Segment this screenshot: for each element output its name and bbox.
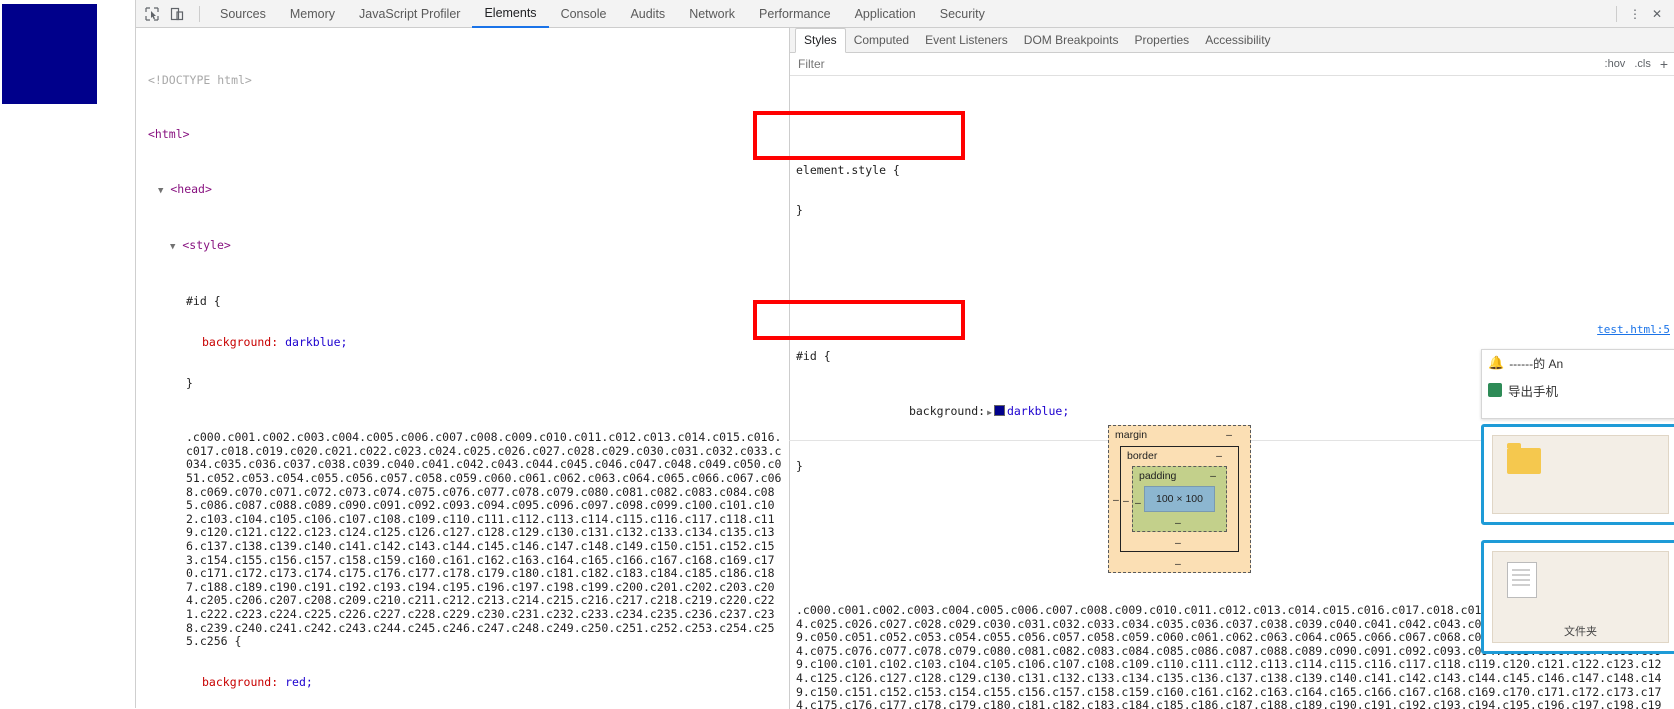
tab-network[interactable]: Network — [677, 1, 747, 27]
devtools-tabstrip: Sources Memory JavaScript Profiler Eleme… — [208, 0, 997, 28]
notification-title: ------的 An — [1509, 356, 1564, 371]
styles-filter-bar: :hov .cls + — [790, 53, 1674, 76]
class-editor-button[interactable]: .cls — [1634, 58, 1651, 70]
tab-javascript-profiler[interactable]: JavaScript Profiler — [347, 1, 472, 27]
styles-tabstrip: Styles Computed Event Listeners DOM Brea… — [790, 28, 1674, 53]
box-model-border-label: border — [1127, 450, 1158, 462]
dom-tree-pane[interactable]: <!DOCTYPE html> <html> ▼ <head> ▼ <style… — [136, 28, 790, 709]
toggle-device-toolbar-icon[interactable] — [169, 6, 185, 22]
notification-action-row[interactable]: 导出手机 — [1482, 376, 1674, 404]
rendered-test-element — [2, 4, 97, 104]
dom-tree: <!DOCTYPE html> <html> ▼ <head> ▼ <style… — [136, 28, 789, 709]
tab-sources[interactable]: Sources — [208, 1, 278, 27]
source-link-id-rule[interactable]: test.html:5 — [1597, 323, 1670, 337]
dom-line-style-open[interactable]: ▼ <style> — [148, 238, 785, 255]
css-rule-classes-selector: .c000.c001.c002.c003.c004.c005.c006.c007… — [186, 430, 782, 649]
color-swatch-darkblue[interactable] — [993, 404, 1005, 416]
tab-event-listeners[interactable]: Event Listeners — [917, 29, 1016, 51]
tab-properties[interactable]: Properties — [1126, 29, 1197, 51]
box-model-margin-bottom-value[interactable]: – — [1175, 558, 1181, 570]
toolbar-icon-group — [136, 6, 191, 22]
folder-card-surface — [1492, 435, 1669, 514]
box-model-border-value[interactable]: – — [1216, 450, 1222, 462]
more-options-icon[interactable]: ⋮ — [1624, 3, 1646, 25]
box-model-padding-label: padding — [1139, 470, 1177, 482]
tab-accessibility[interactable]: Accessibility — [1197, 29, 1278, 51]
inspect-element-icon[interactable] — [144, 6, 160, 22]
css-rule-classes-background: background: red; — [202, 674, 313, 689]
page-preview-area — [0, 0, 136, 708]
box-model-content-box[interactable]: 100 × 100 — [1144, 486, 1215, 512]
tab-application[interactable]: Application — [843, 1, 928, 27]
box-model-content-size[interactable]: 100 × 100 — [1156, 493, 1203, 505]
tab-computed[interactable]: Computed — [846, 29, 917, 51]
close-brace-element-style: } — [796, 203, 803, 218]
box-model-border-box[interactable]: border – – – padding – – – 100 × 100 — [1120, 446, 1239, 552]
tab-performance[interactable]: Performance — [747, 1, 843, 27]
styles-filter-input[interactable] — [796, 56, 1360, 72]
document-card-caption: 文件夹 — [1564, 626, 1597, 638]
box-model-diagram[interactable]: margin – – – border – – – padding – – – … — [1108, 425, 1251, 573]
css-rule-id-selector: #id { — [186, 294, 221, 309]
chevron-down-icon[interactable]: ▼ — [158, 186, 163, 196]
notification-action-label: 导出手机 — [1508, 384, 1559, 399]
chevron-down-icon[interactable]: ▼ — [170, 242, 175, 252]
box-model-padding-bottom-value[interactable]: – — [1175, 517, 1181, 529]
tab-console[interactable]: Console — [549, 1, 619, 27]
css-rule-id-background: background: darkblue; — [202, 335, 348, 350]
expand-triangle-icon[interactable]: ▶ — [987, 406, 992, 420]
box-model-padding-box[interactable]: padding – – – 100 × 100 — [1132, 466, 1227, 532]
dom-line-head-open[interactable]: ▼ <head> — [148, 182, 785, 199]
folder-card[interactable] — [1481, 424, 1674, 525]
notification-header: 🔔 ------的 An — [1482, 350, 1674, 376]
close-icon[interactable]: ✕ — [1646, 3, 1668, 25]
selector-element-style[interactable]: element.style { — [796, 163, 1666, 178]
css-rule-id-close: } — [186, 375, 193, 390]
devtools-toolbar: Sources Memory JavaScript Profiler Eleme… — [136, 0, 1674, 28]
document-card[interactable]: 文件夹 — [1481, 540, 1674, 654]
folder-icon — [1507, 443, 1541, 474]
box-model-padding-left-value[interactable]: – — [1135, 497, 1141, 509]
box-model-border-left-value[interactable]: – — [1123, 495, 1129, 507]
box-model-margin-value[interactable]: – — [1226, 429, 1232, 441]
document-card-surface: 文件夹 — [1492, 551, 1669, 643]
box-model-padding-value[interactable]: – — [1210, 470, 1216, 482]
dom-line-doctype[interactable]: <!DOCTYPE html> — [148, 73, 785, 88]
tab-styles[interactable]: Styles — [795, 28, 846, 53]
tab-memory[interactable]: Memory — [278, 1, 347, 27]
toolbar-right-divider — [1616, 5, 1617, 22]
style-rule-element-style[interactable]: element.style { } — [790, 134, 1674, 247]
box-model-border-bottom-value[interactable]: – — [1175, 537, 1181, 549]
devtools-panes: <!DOCTYPE html> <html> ▼ <head> ▼ <style… — [136, 28, 1674, 709]
tab-dom-breakpoints[interactable]: DOM Breakpoints — [1016, 29, 1127, 51]
tab-security[interactable]: Security — [928, 1, 997, 27]
styles-filter-controls: :hov .cls + — [1605, 53, 1668, 75]
toolbar-divider — [199, 5, 200, 22]
devtools-window: Sources Memory JavaScript Profiler Eleme… — [0, 0, 1674, 709]
devtools-panel: Sources Memory JavaScript Profiler Eleme… — [136, 0, 1674, 709]
tab-elements[interactable]: Elements — [472, 0, 549, 28]
notification-toast[interactable]: 🔔 ------的 An 导出手机 — [1481, 349, 1674, 419]
dom-line-html-open[interactable]: <html> — [148, 127, 785, 142]
new-style-rule-button[interactable]: + — [1660, 57, 1668, 71]
document-icon — [1507, 562, 1537, 598]
hover-state-button[interactable]: :hov — [1605, 58, 1626, 70]
bell-icon: 🔔 — [1488, 355, 1505, 370]
box-model-margin-left-value[interactable]: – — [1113, 494, 1119, 506]
toolbar-right-group: ⋮ ✕ — [1609, 0, 1674, 27]
tab-audits[interactable]: Audits — [618, 1, 677, 27]
export-icon — [1488, 383, 1502, 397]
box-model-margin-label: margin — [1115, 429, 1148, 441]
